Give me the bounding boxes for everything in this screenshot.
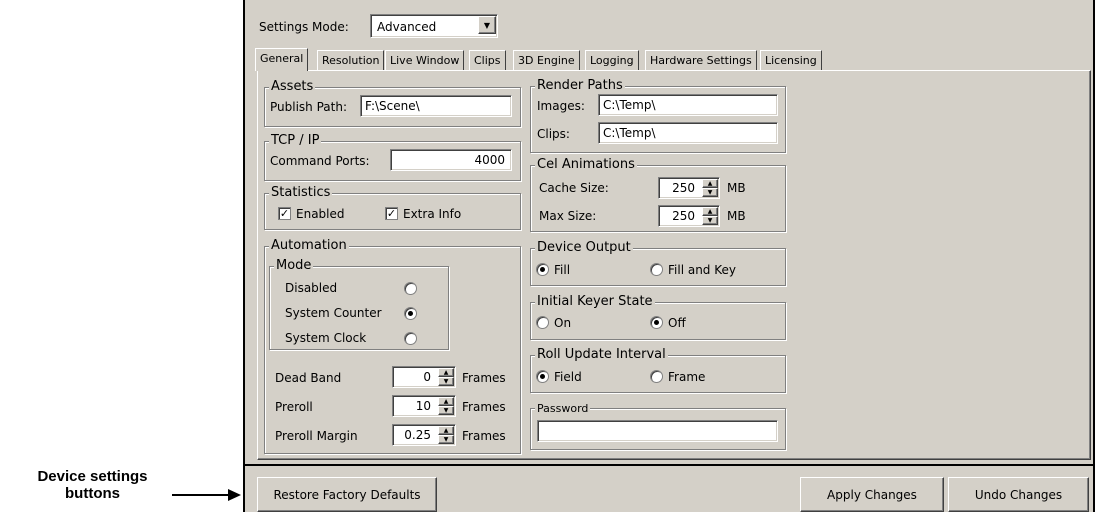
images-path-input[interactable]: C:\Temp\ — [598, 94, 778, 116]
tcpip-title: TCP / IP — [269, 133, 322, 149]
preroll-unit: Frames — [462, 400, 506, 414]
restore-factory-defaults-button[interactable]: Restore Factory Defaults — [257, 477, 437, 512]
publish-path-input[interactable]: F:\Scene\ — [360, 95, 512, 117]
spin-up-icon[interactable]: ▲ — [438, 426, 454, 435]
chevron-down-icon[interactable]: ▼ — [478, 16, 496, 34]
enabled-label: Enabled — [296, 207, 345, 221]
roll-field-label: Field — [554, 370, 582, 384]
system-clock-label: System Clock — [285, 331, 367, 345]
max-size-unit: MB — [727, 209, 746, 223]
tab-resolution[interactable]: Resolution — [317, 50, 385, 70]
system-counter-label: System Counter — [285, 306, 382, 320]
preroll-margin-unit: Frames — [462, 429, 506, 443]
enabled-checkbox[interactable]: ✓ — [278, 207, 291, 220]
mode-title: Mode — [274, 258, 314, 274]
disabled-label: Disabled — [285, 281, 338, 295]
system-counter-radio[interactable] — [404, 307, 417, 320]
command-ports-input[interactable]: 4000 — [390, 149, 512, 171]
keyer-on-radio[interactable] — [536, 316, 549, 329]
clips-path-input[interactable]: C:\Temp\ — [598, 122, 778, 144]
dead-band-unit: Frames — [462, 371, 506, 385]
keyer-state-title: Initial Keyer State — [535, 294, 655, 310]
roll-interval-title: Roll Update Interval — [535, 347, 668, 363]
statistics-title: Statistics — [269, 185, 333, 201]
command-ports-label: Command Ports: — [270, 154, 370, 168]
tab-licensing[interactable]: Licensing — [760, 50, 822, 70]
cache-size-label: Cache Size: — [539, 181, 609, 195]
preroll-spinner[interactable]: 10 ▲ ▼ — [392, 395, 456, 417]
max-size-spinner[interactable]: 250 ▲ ▼ — [658, 205, 720, 227]
fill-radio[interactable] — [536, 263, 549, 276]
preroll-margin-label: Preroll Margin — [275, 429, 358, 443]
spin-down-icon[interactable]: ▼ — [702, 188, 718, 197]
tab-logging[interactable]: Logging — [585, 50, 639, 70]
keyer-off-label: Off — [668, 316, 686, 330]
tab-general[interactable]: General — [255, 48, 309, 71]
tab-live-window[interactable]: Live Window — [385, 50, 465, 70]
system-clock-radio[interactable] — [404, 332, 417, 345]
spin-up-icon[interactable]: ▲ — [438, 368, 454, 377]
spin-up-icon[interactable]: ▲ — [702, 207, 718, 216]
tab-3d-engine[interactable]: 3D Engine — [513, 50, 580, 70]
max-size-label: Max Size: — [539, 209, 597, 223]
spin-down-icon[interactable]: ▼ — [438, 435, 454, 444]
publish-path-label: Publish Path: — [270, 100, 347, 114]
settings-mode-select[interactable]: Advanced ▼ — [370, 14, 498, 38]
assets-title: Assets — [269, 79, 316, 95]
fill-and-key-label: Fill and Key — [668, 263, 736, 277]
tab-hardware-settings[interactable]: Hardware Settings — [645, 50, 757, 70]
apply-changes-button[interactable]: Apply Changes — [800, 477, 944, 512]
spin-up-icon[interactable]: ▲ — [438, 397, 454, 406]
cache-size-unit: MB — [727, 181, 746, 195]
tab-clips[interactable]: Clips — [469, 50, 506, 70]
password-input[interactable] — [537, 420, 778, 442]
dead-band-label: Dead Band — [275, 371, 342, 385]
extra-info-label: Extra Info — [403, 207, 462, 221]
dead-band-spinner[interactable]: 0 ▲ ▼ — [392, 366, 456, 388]
images-label: Images: — [537, 99, 585, 113]
roll-frame-label: Frame — [668, 370, 706, 384]
keyer-off-radio[interactable] — [650, 316, 663, 329]
extra-info-checkbox[interactable]: ✓ — [385, 207, 398, 220]
preroll-label: Preroll — [275, 400, 313, 414]
spin-down-icon[interactable]: ▼ — [438, 406, 454, 415]
annotation-label: Device settings buttons — [0, 468, 185, 502]
fill-label: Fill — [554, 263, 571, 277]
password-title: Password — [535, 401, 591, 417]
spin-up-icon[interactable]: ▲ — [702, 179, 718, 188]
spin-down-icon[interactable]: ▼ — [438, 377, 454, 386]
annotation-arrow — [172, 489, 241, 501]
fill-and-key-radio[interactable] — [650, 263, 663, 276]
roll-field-radio[interactable] — [536, 370, 549, 383]
preroll-margin-spinner[interactable]: 0.25 ▲ ▼ — [392, 424, 456, 446]
undo-changes-button[interactable]: Undo Changes — [948, 477, 1089, 512]
automation-title: Automation — [269, 238, 349, 254]
device-output-title: Device Output — [535, 240, 633, 256]
render-paths-title: Render Paths — [535, 78, 625, 94]
disabled-radio[interactable] — [404, 282, 417, 295]
cache-size-spinner[interactable]: 250 ▲ ▼ — [658, 177, 720, 199]
annotation-text: Device settings buttons — [37, 468, 148, 502]
clips-label: Clips: — [537, 127, 570, 141]
spin-down-icon[interactable]: ▼ — [702, 216, 718, 225]
settings-mode-label: Settings Mode: — [259, 20, 349, 34]
roll-frame-radio[interactable] — [650, 370, 663, 383]
cel-animations-title: Cel Animations — [535, 157, 637, 173]
keyer-on-label: On — [554, 316, 572, 330]
